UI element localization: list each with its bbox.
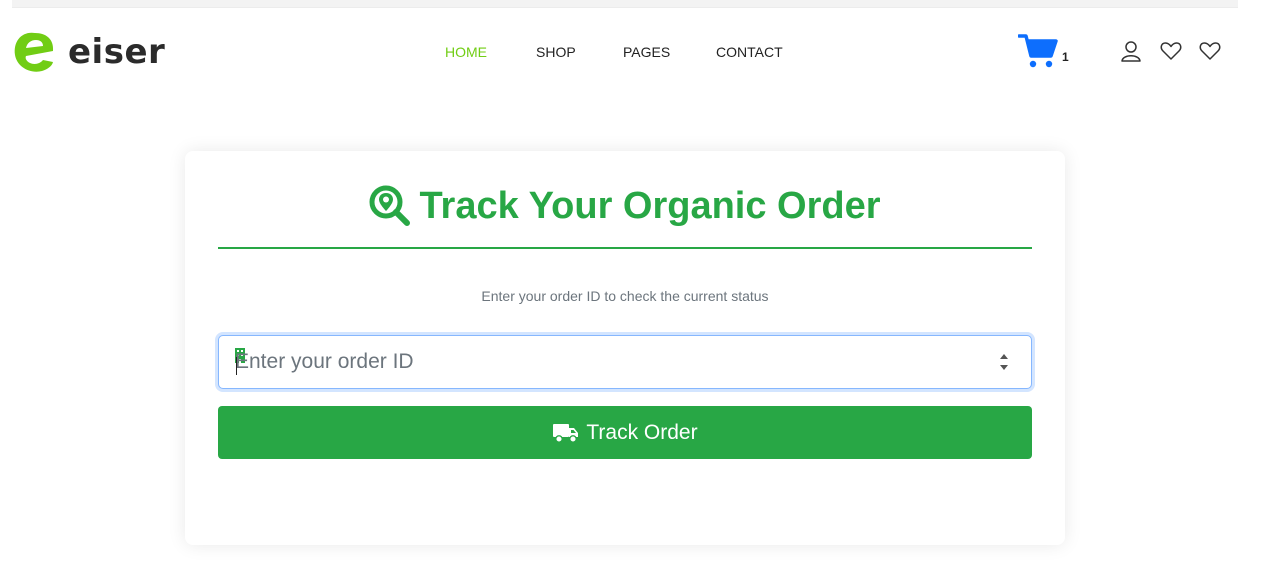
track-order-button[interactable]: Track Order [218, 406, 1032, 459]
number-spinner[interactable] [997, 350, 1011, 374]
nav-contact[interactable]: CONTACT [716, 43, 783, 61]
order-id-field[interactable] [218, 335, 1032, 389]
track-order-button-label: Track Order [586, 420, 698, 444]
nav-shop[interactable]: SHOP [536, 43, 576, 61]
page-title: Track Your Organic Order [419, 184, 881, 227]
order-tracker-card: Track Your Organic Order Enter your orde… [185, 151, 1065, 545]
cart-icon[interactable] [1018, 33, 1058, 69]
user-icon[interactable] [1120, 40, 1142, 62]
main-nav: HOME SHOP PAGES CONTACT [0, 43, 1278, 61]
heart-icon[interactable] [1160, 40, 1182, 62]
text-cursor [236, 357, 237, 375]
nav-pages[interactable]: PAGES [623, 43, 670, 61]
tracker-title-row: Track Your Organic Order [185, 181, 1065, 231]
truck-icon [553, 423, 579, 443]
order-id-input[interactable] [235, 336, 985, 388]
heart-icon[interactable] [1199, 40, 1221, 62]
cart-count-badge: 1 [1062, 50, 1069, 64]
title-divider [218, 247, 1032, 249]
tracker-instructions: Enter your order ID to check the current… [481, 288, 769, 304]
site-header: eiser HOME SHOP PAGES CONTACT 1 [0, 8, 1278, 93]
top-strip [12, 0, 1238, 8]
search-location-icon [369, 185, 411, 226]
nav-home[interactable]: HOME [445, 43, 487, 61]
